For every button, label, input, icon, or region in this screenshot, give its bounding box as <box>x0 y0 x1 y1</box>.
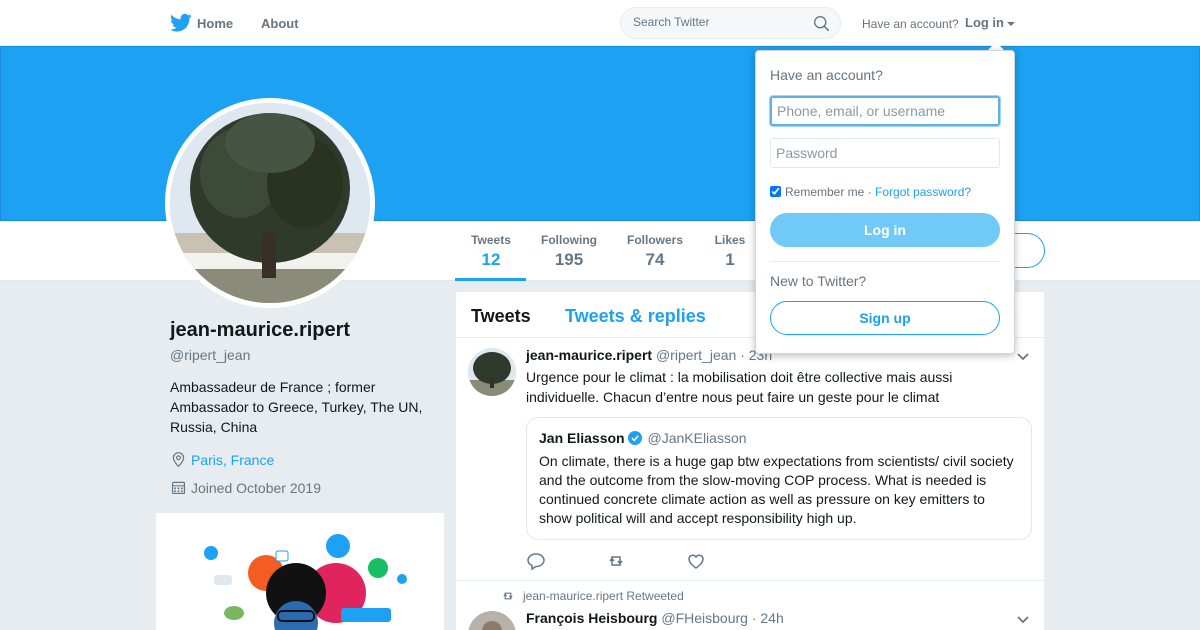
search-box <box>620 7 841 39</box>
signup-promo-illustration <box>156 513 444 630</box>
profile-bio: Ambassadeur de France ; former Ambassado… <box>170 379 423 435</box>
login-label: Log in <box>965 15 1004 30</box>
tweet-avatar-photo <box>468 611 516 630</box>
tweet-author-handle[interactable]: @ripert_jean <box>656 347 736 363</box>
forgot-password-link[interactable]: Forgot password? <box>875 185 971 199</box>
stat-label: Following <box>541 233 597 247</box>
profile-name[interactable]: jean-maurice.ripert <box>170 319 350 342</box>
tweet-author-name[interactable]: jean-maurice.ripert <box>526 347 652 363</box>
tweet-header: François Heisbourg @FHeisbourg · 24h <box>526 610 784 626</box>
twitter-bird-icon[interactable] <box>170 13 192 33</box>
stat-followers[interactable]: Followers 74 <box>627 233 683 270</box>
nav-about-link[interactable]: About <box>261 16 299 31</box>
promo-illustration <box>204 534 407 630</box>
tab-tweets[interactable]: Tweets <box>471 306 531 327</box>
remember-me-label[interactable]: Remember me <box>785 185 864 199</box>
stat-label: Followers <box>627 233 684 247</box>
password-field[interactable] <box>770 138 1000 168</box>
tweet[interactable]: jean-maurice.ripert @ripert_jean · 23h U… <box>456 338 1044 581</box>
location-link[interactable]: Paris, France <box>191 452 274 468</box>
chevron-down-icon[interactable] <box>1016 613 1030 627</box>
calendar-icon <box>171 481 186 495</box>
nav-home-link[interactable]: Home <box>197 16 233 31</box>
signup-button[interactable]: Sign up <box>770 301 1000 335</box>
tweet[interactable]: François Heisbourg @FHeisbourg · 24h <box>456 581 1044 630</box>
search-icon[interactable] <box>813 15 830 32</box>
stat-label: Tweets <box>471 233 511 247</box>
tweet-timestamp[interactable]: · 24h <box>752 610 784 626</box>
location-pin-icon <box>172 452 185 468</box>
chevron-down-icon[interactable] <box>1016 350 1030 364</box>
stat-value: 74 <box>645 250 665 269</box>
avatar-photo <box>170 103 370 303</box>
tweet-avatar[interactable] <box>468 611 516 630</box>
caret-down-icon <box>1007 21 1015 26</box>
stat-tweets[interactable]: Tweets 12 <box>470 233 512 270</box>
like-heart-icon[interactable] <box>686 551 706 571</box>
olive-tree-photo <box>170 103 370 303</box>
active-tab-underline <box>455 278 526 281</box>
login-dropdown: Have an account? Remember me · Forgot pa… <box>755 50 1015 354</box>
remember-row: Remember me · Forgot password? <box>770 185 971 199</box>
stat-value: 1 <box>725 250 735 269</box>
joined-text: Joined October 2019 <box>191 480 321 496</box>
profile-joined: Joined October 2019 <box>170 479 321 496</box>
stat-label: Likes <box>714 233 746 247</box>
verified-badge-icon <box>627 431 642 445</box>
profile-handle[interactable]: @ripert_jean <box>170 347 250 363</box>
remember-me-checkbox[interactable] <box>770 186 781 197</box>
reply-icon[interactable] <box>526 551 546 571</box>
profile-avatar[interactable] <box>165 98 375 308</box>
new-to-twitter-text: New to Twitter? <box>770 273 867 289</box>
tweet-avatar-photo <box>468 348 516 396</box>
tab-tweets-replies[interactable]: Tweets & replies <box>565 306 706 327</box>
separator-dot: · <box>864 185 876 199</box>
have-account-text: Have an account? <box>862 17 959 31</box>
quoted-tweet-text: On climate, there is a huge gap btw expe… <box>539 453 1014 526</box>
login-button[interactable]: Log in <box>770 213 1000 247</box>
profile-location: Paris, France <box>170 451 274 468</box>
username-field[interactable] <box>770 96 1000 126</box>
dropdown-title: Have an account? <box>770 67 883 83</box>
quoted-tweet-header: Jan Eliasson @JanKEliasson <box>539 430 747 446</box>
search-input[interactable] <box>633 15 803 29</box>
dropdown-divider <box>770 261 1000 262</box>
quoted-tweet[interactable]: Jan Eliasson @JanKEliasson On climate, t… <box>526 417 1032 540</box>
tweet-header: jean-maurice.ripert @ripert_jean · 23h <box>526 347 772 363</box>
tweet-avatar[interactable] <box>468 348 516 396</box>
tweet-author-handle[interactable]: @FHeisbourg <box>661 610 748 626</box>
stat-value: 195 <box>554 250 584 269</box>
top-nav: Home About Have an account? Log in <box>0 0 1200 46</box>
retweet-icon[interactable] <box>606 551 626 571</box>
quoted-author-name: Jan Eliasson <box>539 430 625 446</box>
stat-likes[interactable]: Likes 1 <box>713 233 747 270</box>
stat-value: 12 <box>481 250 501 269</box>
tweet-text: Urgence pour le climat : la mobilisation… <box>526 369 953 405</box>
tweet-author-name[interactable]: François Heisbourg <box>526 610 657 626</box>
login-dropdown-toggle[interactable]: Log in <box>965 15 1015 30</box>
quoted-author-handle: @JanKEliasson <box>647 430 747 446</box>
stat-following[interactable]: Following 195 <box>541 233 597 270</box>
